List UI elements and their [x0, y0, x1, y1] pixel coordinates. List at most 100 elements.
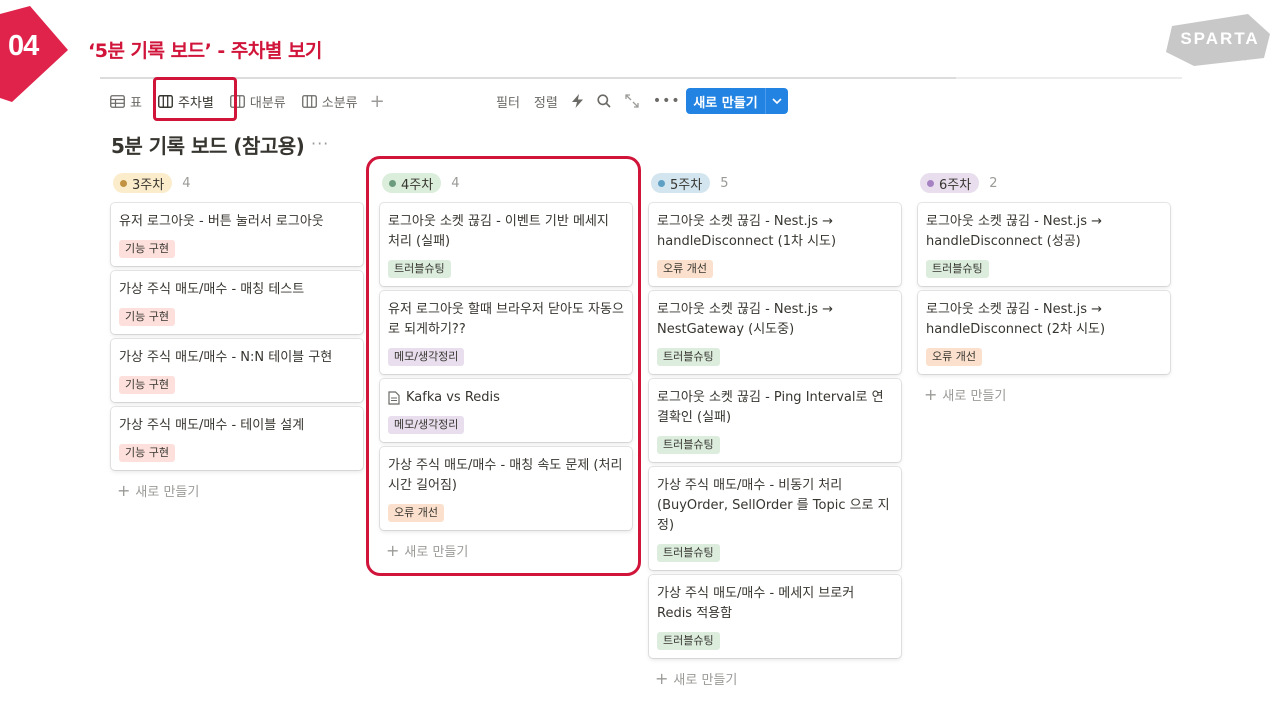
card-title: 가상 주식 매도/매수 - N:N 테이블 구현	[119, 348, 355, 368]
card-tag: 기능 구현	[119, 240, 175, 258]
board-card[interactable]: 로그아웃 소켓 끊김 - Nest.js → handleDisconnect …	[649, 203, 901, 286]
new-button[interactable]: 새로 만들기	[686, 88, 788, 114]
board-card[interactable]: 가상 주식 매도/매수 - 비동기 처리 (BuyOrder, SellOrde…	[649, 467, 901, 570]
card-tag: 트러블슈팅	[657, 632, 720, 650]
card-title-text: 가상 주식 매도/매수 - 비동기 처리 (BuyOrder, SellOrde…	[657, 478, 890, 533]
card-list: 로그아웃 소켓 끊김 - Nest.js → handleDisconnect …	[918, 203, 1170, 374]
board-card[interactable]: 유저 로그아웃 - 버튼 눌러서 로그아웃기능 구현	[111, 203, 363, 266]
tab-major-category[interactable]: 대분류	[229, 88, 286, 114]
card-title-text: 로그아웃 소켓 끊김 - Ping Interval로 연결확인 (실패)	[657, 390, 884, 425]
column-header: 5주차 5	[651, 172, 901, 194]
tab-table[interactable]: 표	[110, 88, 142, 114]
automation-icon[interactable]	[571, 94, 583, 108]
add-card-label: 새로 만들기	[673, 672, 738, 688]
board-card[interactable]: 가상 주식 매도/매수 - 테이블 설계기능 구현	[111, 407, 363, 470]
column-header: 3주차 4	[113, 172, 363, 194]
card-title-text: 가상 주식 매도/매수 - N:N 테이블 구현	[119, 350, 333, 365]
add-card-label: 새로 만들기	[135, 484, 200, 500]
board-title: 5분 기록 보드 (참고용)	[111, 134, 305, 158]
card-title: 가상 주식 매도/매수 - 테이블 설계	[119, 416, 355, 436]
card-title-text: 로그아웃 소켓 끊김 - Nest.js → NestGateway (시도중)	[657, 302, 834, 337]
column-count: 2	[989, 175, 998, 191]
status-dot-icon	[927, 179, 934, 187]
card-title: 로그아웃 소켓 끊김 - Ping Interval로 연결확인 (실패)	[657, 388, 893, 428]
tab-label: 표	[130, 95, 142, 111]
tab-label: 소분류	[321, 95, 358, 111]
card-title: 가상 주식 매도/매수 - 매칭 테스트	[119, 280, 355, 300]
search-icon[interactable]	[597, 94, 611, 108]
card-tag: 오류 개선	[926, 348, 982, 366]
chevron-down-icon[interactable]	[766, 88, 788, 114]
add-card-label: 새로 만들기	[942, 388, 1007, 404]
card-tag: 트러블슈팅	[657, 436, 720, 454]
plus-icon: +	[117, 480, 131, 500]
filter-button[interactable]: 필터	[496, 92, 520, 111]
card-tag: 트러블슈팅	[657, 348, 720, 366]
add-card-button[interactable]: + 새로 만들기	[924, 384, 1170, 404]
card-title-text: 유저 로그아웃 - 버튼 눌러서 로그아웃	[119, 214, 324, 229]
card-title-text: 로그아웃 소켓 끊김 - Nest.js → handleDisconnect …	[926, 214, 1103, 249]
column-count: 5	[720, 175, 729, 191]
card-title-text: 로그아웃 소켓 끊김 - Nest.js → handleDisconnect …	[926, 302, 1106, 337]
more-icon[interactable]: •••	[653, 93, 681, 109]
board-card[interactable]: 가상 주식 매도/매수 - N:N 테이블 구현기능 구현	[111, 339, 363, 402]
table-icon	[110, 94, 125, 108]
card-tag: 트러블슈팅	[926, 260, 989, 278]
toolbar: 필터 정렬 •••	[496, 88, 695, 114]
plus-icon: +	[924, 384, 938, 404]
column-group-pill[interactable]: 3주차	[113, 173, 173, 193]
add-card-button[interactable]: + 새로 만들기	[655, 668, 901, 688]
board-column: 6주차 2 로그아웃 소켓 끊김 - Nest.js → handleDisconn…	[918, 172, 1170, 404]
card-tag: 트러블슈팅	[657, 544, 720, 562]
card-title: 유저 로그아웃 - 버튼 눌러서 로그아웃	[119, 212, 355, 232]
card-tag: 오류 개선	[657, 260, 713, 278]
card-title-text: 로그아웃 소켓 끊김 - Nest.js → handleDisconnect …	[657, 214, 837, 249]
card-title: 로그아웃 소켓 끊김 - Nest.js → handleDisconnect …	[926, 300, 1162, 340]
board-icon	[301, 94, 317, 108]
board-column: 5주차 5 로그아웃 소켓 끊김 - Nest.js → handleDisconn…	[649, 172, 901, 688]
card-list: 로그아웃 소켓 끊김 - Nest.js → handleDisconnect …	[649, 203, 901, 658]
column-header: 6주차 2	[920, 172, 1170, 194]
status-dot-icon	[658, 179, 665, 187]
column-label: 3주차	[132, 177, 165, 193]
card-title-text: 가상 주식 매도/매수 - 메세지 브로커 Redis 적용함	[657, 586, 855, 621]
column-label: 6주차	[939, 177, 972, 193]
card-tag: 기능 구현	[119, 308, 175, 326]
highlight-box-column	[366, 156, 641, 576]
card-title-text: 가상 주식 매도/매수 - 매칭 테스트	[119, 282, 305, 297]
card-title: 가상 주식 매도/매수 - 메세지 브로커 Redis 적용함	[657, 584, 893, 624]
board-card[interactable]: 로그아웃 소켓 끊김 - Nest.js → NestGateway (시도중)…	[649, 291, 901, 374]
card-list: 유저 로그아웃 - 버튼 눌러서 로그아웃 기능 구현 가상 주식 매도/매수 - …	[111, 203, 363, 470]
column-group-pill[interactable]: 5주차	[651, 173, 711, 193]
slide-title: ‘5분 기록 보드’ - 주차별 보기	[88, 40, 322, 62]
column-label: 5주차	[670, 177, 703, 193]
highlight-box-tab	[153, 77, 237, 121]
card-title: 로그아웃 소켓 끊김 - Nest.js → handleDisconnect …	[657, 212, 893, 252]
board-card[interactable]: 로그아웃 소켓 끊김 - Ping Interval로 연결확인 (실패) 트러블…	[649, 379, 901, 462]
board-column: 3주차 4 유저 로그아웃 - 버튼 눌러서 로그아웃 기능 구현 가상 주식 매도/매…	[111, 172, 363, 500]
card-title: 로그아웃 소켓 끊김 - Nest.js → handleDisconnect …	[926, 212, 1162, 252]
slide-number: 04	[8, 30, 39, 62]
card-title-text: 가상 주식 매도/매수 - 테이블 설계	[119, 418, 305, 433]
column-count: 4	[182, 175, 191, 191]
expand-icon[interactable]	[625, 94, 639, 108]
sort-button[interactable]: 정렬	[534, 92, 558, 111]
board-card[interactable]: 가상 주식 매도/매수 - 매칭 테스트기능 구현	[111, 271, 363, 334]
tab-label: 대분류	[249, 95, 286, 111]
card-tag: 기능 구현	[119, 444, 175, 462]
add-card-button[interactable]: + 새로 만들기	[117, 480, 363, 500]
card-title: 가상 주식 매도/매수 - 비동기 처리 (BuyOrder, SellOrde…	[657, 476, 893, 536]
board-card[interactable]: 로그아웃 소켓 끊김 - Nest.js → handleDisconnect …	[918, 203, 1170, 286]
add-view-icon[interactable]: +	[370, 88, 385, 114]
board-card[interactable]: 가상 주식 매도/매수 - 메세지 브로커 Redis 적용함트러블슈팅	[649, 575, 901, 658]
card-tag: 기능 구현	[119, 376, 175, 394]
column-group-pill[interactable]: 6주차	[920, 173, 980, 193]
tab-minor-category[interactable]: 소분류	[301, 88, 358, 114]
card-title: 로그아웃 소켓 끊김 - Nest.js → NestGateway (시도중)	[657, 300, 893, 340]
plus-icon: +	[655, 668, 669, 688]
status-dot-icon	[120, 179, 127, 187]
board-card[interactable]: 로그아웃 소켓 끊김 - Nest.js → handleDisconnect …	[918, 291, 1170, 374]
board-more-icon[interactable]: ···	[311, 134, 329, 153]
new-button-label[interactable]: 새로 만들기	[686, 88, 766, 114]
sparta-logo-text: SPARTA	[1180, 29, 1260, 48]
